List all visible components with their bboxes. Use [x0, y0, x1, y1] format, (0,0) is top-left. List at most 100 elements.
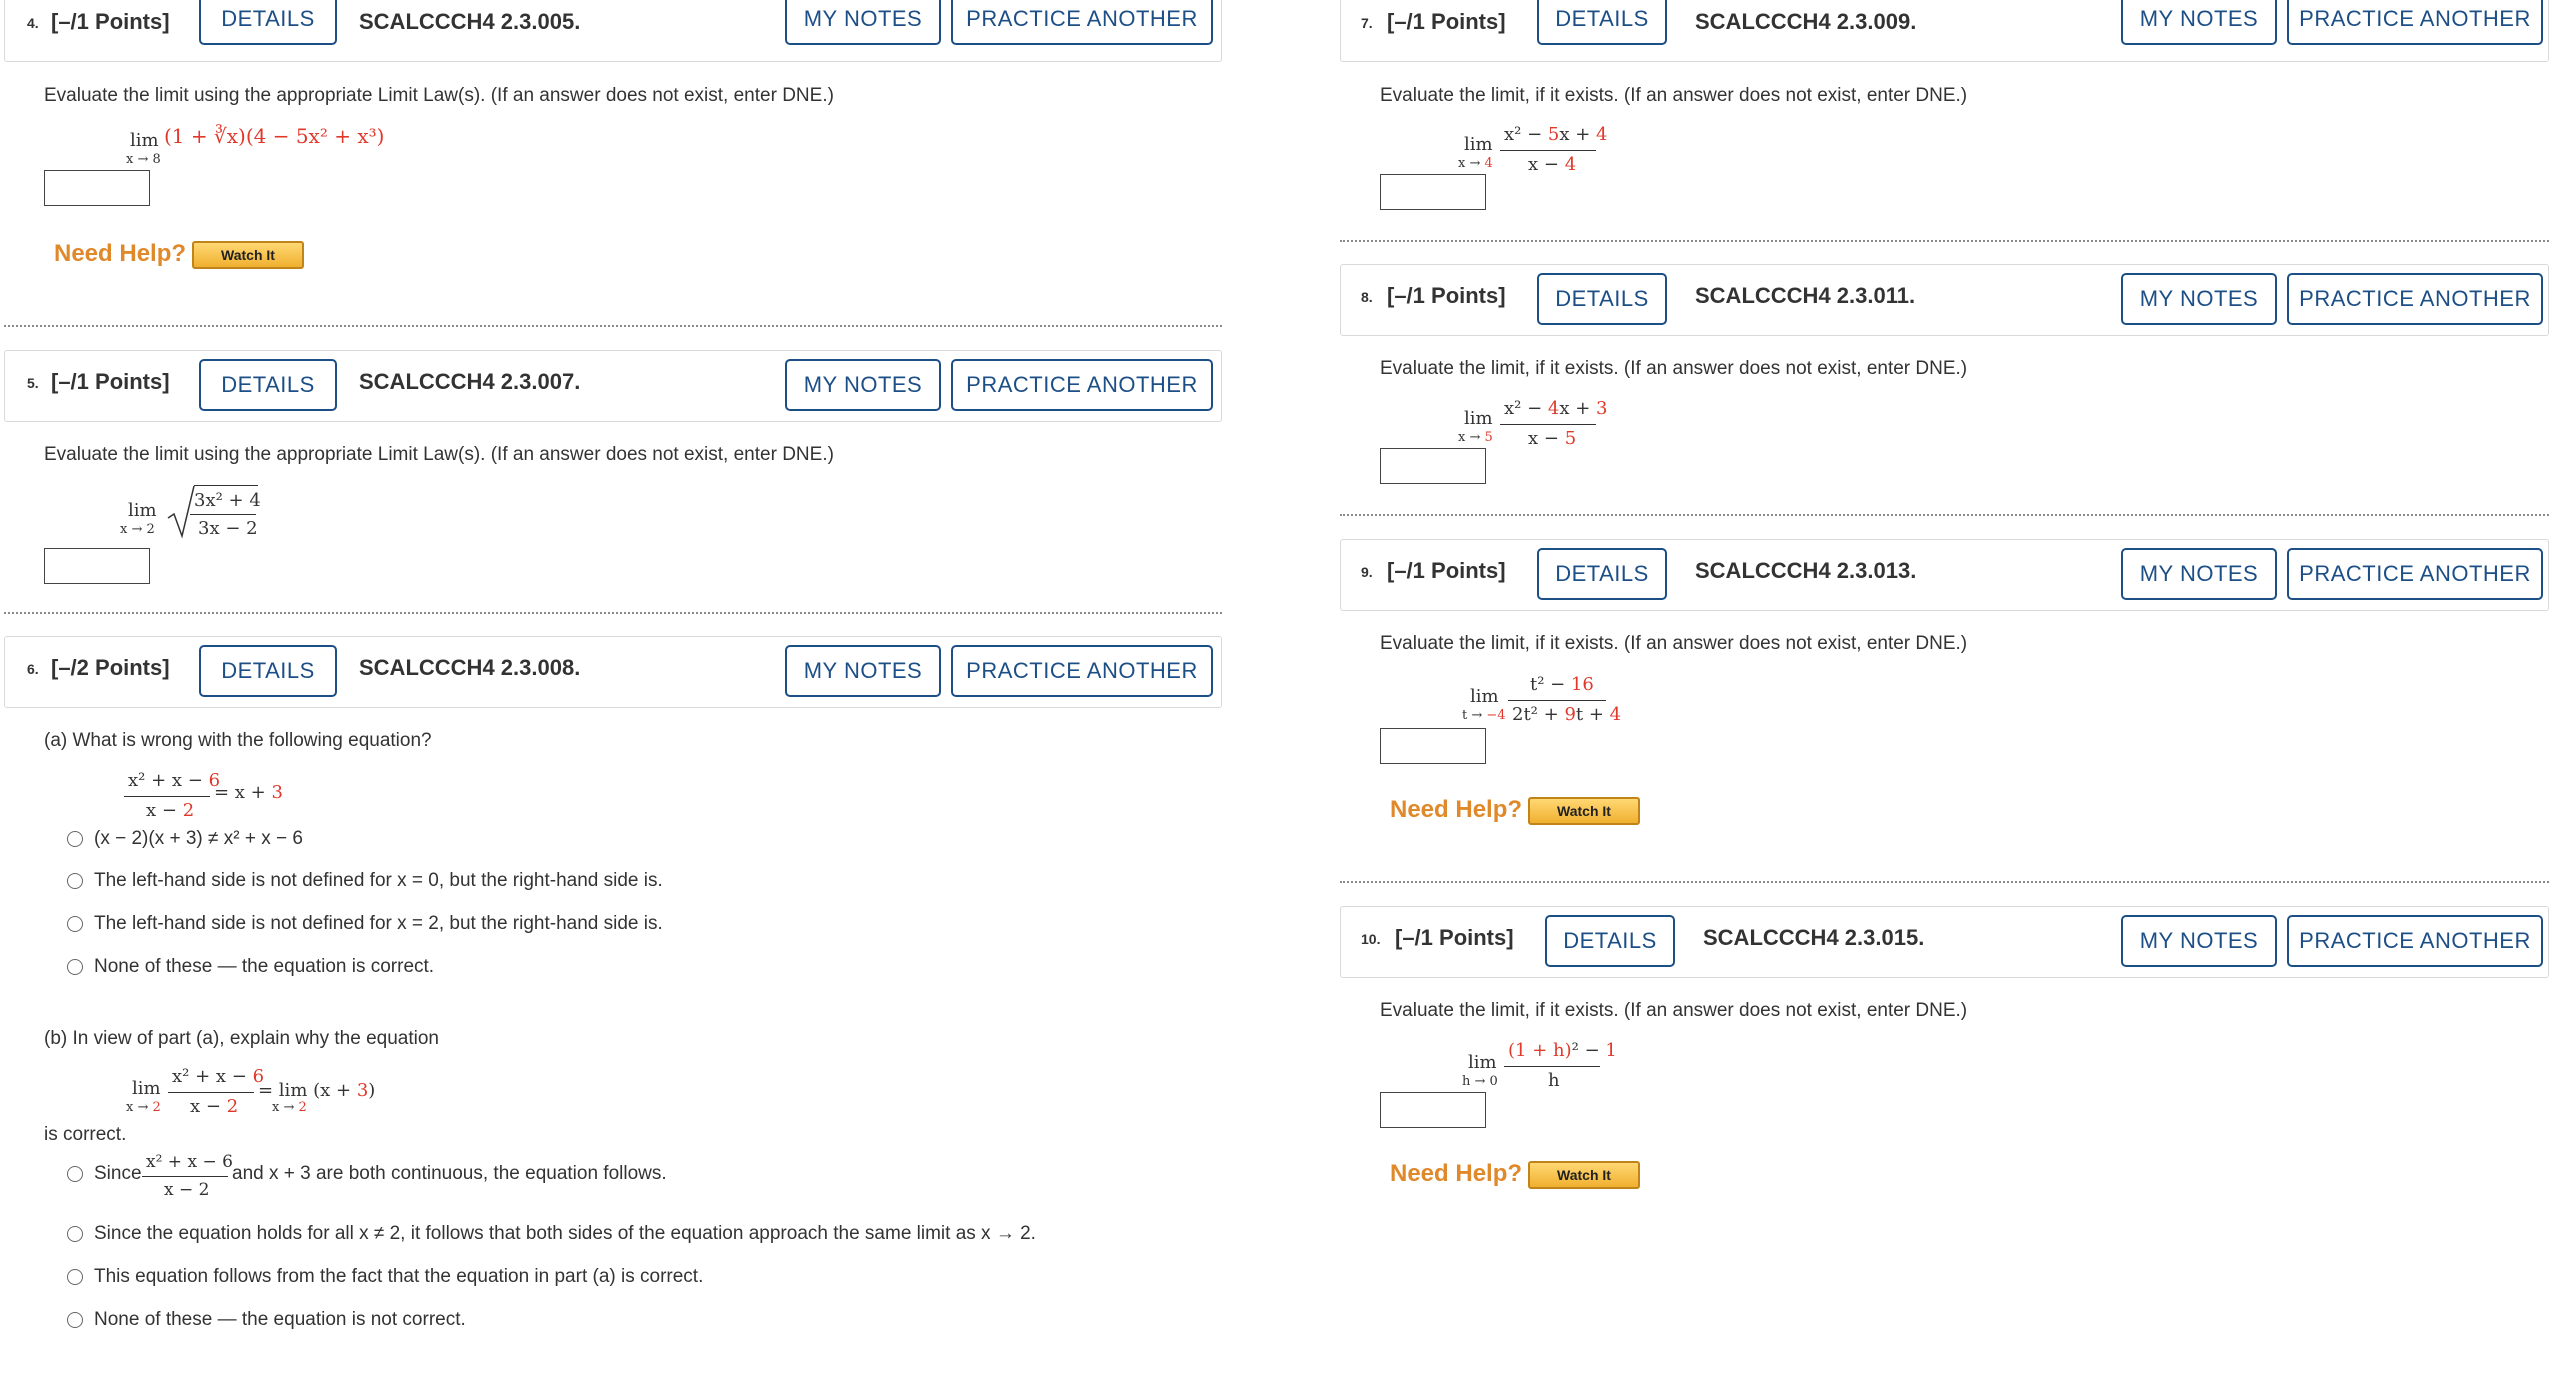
- question-number: 8.: [1361, 289, 1373, 305]
- fraction-bar: [124, 796, 210, 797]
- question-separator: [1340, 514, 2549, 516]
- fraction-bar: [142, 1176, 228, 1177]
- my-notes-button[interactable]: MY NOTES: [2121, 915, 2277, 967]
- question-5-header: 5. [–/1 Points] DETAILS SCALCCCH4 2.3.00…: [4, 350, 1222, 422]
- fraction-numerator: x² − 4x + 3: [1504, 398, 1608, 419]
- need-help-label: Need Help?: [54, 240, 187, 267]
- details-button[interactable]: DETAILS: [199, 645, 337, 697]
- limit-expression: (1 + ∛x)(4 − 5x² + x³): [164, 124, 384, 148]
- details-button[interactable]: DETAILS: [1537, 548, 1667, 600]
- answer-input[interactable]: [44, 170, 150, 206]
- limit-subscript: x → 8: [126, 152, 161, 167]
- option-b4-radio[interactable]: [67, 1312, 83, 1328]
- practice-another-button[interactable]: PRACTICE ANOTHER: [2287, 0, 2543, 45]
- option-b1-radio[interactable]: [67, 1166, 83, 1182]
- my-notes-button[interactable]: MY NOTES: [2121, 0, 2277, 45]
- limit-operator: lim: [128, 500, 157, 521]
- watch-it-button[interactable]: Watch It: [1528, 797, 1640, 825]
- option-b1-numerator: x² + x − 6: [146, 1152, 233, 1172]
- points-label: [–/2 Points]: [51, 655, 170, 680]
- question-code: SCALCCCH4 2.3.013.: [1695, 558, 1917, 583]
- question-4-header: 4. [–/1 Points] DETAILS SCALCCCH4 2.3.00…: [4, 0, 1222, 62]
- limit-subscript: x → 2: [126, 1100, 161, 1115]
- question-separator: [4, 612, 1222, 614]
- my-notes-button[interactable]: MY NOTES: [785, 0, 941, 45]
- option-a3-label: The left-hand side is not defined for x …: [94, 913, 663, 934]
- answer-input[interactable]: [1380, 448, 1486, 484]
- option-a4-radio[interactable]: [67, 959, 83, 975]
- my-notes-button[interactable]: MY NOTES: [785, 645, 941, 697]
- equation-numerator: x² + x − 6: [172, 1066, 265, 1087]
- fraction-numerator: (1 + h)² − 1: [1508, 1040, 1617, 1061]
- limit-operator: lim: [1464, 134, 1493, 155]
- fraction-bar: [190, 514, 256, 515]
- answer-input[interactable]: [1380, 174, 1486, 210]
- my-notes-button[interactable]: MY NOTES: [2121, 273, 2277, 325]
- question-9-header: 9. [–/1 Points] DETAILS SCALCCCH4 2.3.01…: [1340, 539, 2549, 611]
- option-b3-radio[interactable]: [67, 1269, 83, 1285]
- limit-subscript: t → −4: [1462, 708, 1506, 723]
- points-label: [–/1 Points]: [51, 9, 170, 34]
- question-7-header: 7. [–/1 Points] DETAILS SCALCCCH4 2.3.00…: [1340, 0, 2549, 62]
- fraction-bar: [1500, 424, 1596, 425]
- equation-denominator: x − 2: [190, 1096, 239, 1117]
- question-prompt: Evaluate the limit, if it exists. (If an…: [1380, 633, 1968, 654]
- limit-operator: lim: [1468, 1052, 1497, 1073]
- practice-another-button[interactable]: PRACTICE ANOTHER: [951, 645, 1213, 697]
- limit-subscript: x → 4: [1458, 156, 1493, 171]
- limit-subscript: x → 2: [272, 1100, 307, 1115]
- option-b2-radio[interactable]: [67, 1226, 83, 1242]
- limit-operator: lim: [1464, 408, 1493, 429]
- practice-another-button[interactable]: PRACTICE ANOTHER: [951, 0, 1213, 45]
- my-notes-button[interactable]: MY NOTES: [2121, 548, 2277, 600]
- question-code: SCALCCCH4 2.3.005.: [359, 9, 581, 34]
- question-code: SCALCCCH4 2.3.009.: [1695, 9, 1917, 34]
- points-label: [–/1 Points]: [1387, 9, 1506, 34]
- points-label: [–/1 Points]: [1395, 925, 1514, 950]
- equation-rhs: = lim (x + 3): [258, 1080, 376, 1101]
- practice-another-button[interactable]: PRACTICE ANOTHER: [951, 359, 1213, 411]
- question-prompt: Evaluate the limit, if it exists. (If an…: [1380, 85, 1968, 106]
- option-b2-label: Since the equation holds for all x ≠ 2, …: [94, 1223, 1036, 1244]
- question-code: SCALCCCH4 2.3.015.: [1703, 925, 1925, 950]
- details-button[interactable]: DETAILS: [199, 0, 337, 45]
- question-number: 6.: [27, 661, 39, 677]
- option-a2-label: The left-hand side is not defined for x …: [94, 870, 663, 891]
- limit-operator: lim: [1470, 686, 1499, 707]
- fraction-denominator: 2t² + 9t + 4: [1512, 704, 1622, 725]
- fraction-numerator: x² − 5x + 4: [1504, 124, 1608, 145]
- limit-subscript: h → 0: [1462, 1074, 1498, 1089]
- equation-rhs: = x + 3: [214, 782, 283, 803]
- answer-input[interactable]: [44, 548, 150, 584]
- question-number: 7.: [1361, 15, 1373, 31]
- question-number: 9.: [1361, 564, 1373, 580]
- option-b4-label: None of these — the equation is not corr…: [94, 1309, 466, 1330]
- details-button[interactable]: DETAILS: [1545, 915, 1675, 967]
- need-help-label: Need Help?: [1390, 1160, 1523, 1187]
- fraction-denominator: 3x − 2: [198, 518, 258, 539]
- need-help-label: Need Help?: [1390, 796, 1523, 823]
- fraction-denominator: h: [1548, 1070, 1560, 1091]
- option-a1-radio[interactable]: [67, 831, 83, 847]
- fraction-denominator: x − 4: [1528, 154, 1577, 175]
- points-label: [–/1 Points]: [1387, 283, 1506, 308]
- watch-it-button[interactable]: Watch It: [192, 241, 304, 269]
- option-a3-radio[interactable]: [67, 916, 83, 932]
- my-notes-button[interactable]: MY NOTES: [785, 359, 941, 411]
- answer-input[interactable]: [1380, 728, 1486, 764]
- practice-another-button[interactable]: PRACTICE ANOTHER: [2287, 273, 2543, 325]
- practice-another-button[interactable]: PRACTICE ANOTHER: [2287, 548, 2543, 600]
- question-number: 5.: [27, 375, 39, 391]
- details-button[interactable]: DETAILS: [199, 359, 337, 411]
- option-b1-denominator: x − 2: [164, 1180, 210, 1200]
- answer-input[interactable]: [1380, 1092, 1486, 1128]
- practice-another-button[interactable]: PRACTICE ANOTHER: [2287, 915, 2543, 967]
- sqrt-vinculum: [194, 485, 258, 486]
- option-a2-radio[interactable]: [67, 873, 83, 889]
- watch-it-button[interactable]: Watch It: [1528, 1161, 1640, 1189]
- option-b3-label: This equation follows from the fact that…: [94, 1266, 704, 1287]
- details-button[interactable]: DETAILS: [1537, 0, 1667, 45]
- option-a1-label: (x − 2)(x + 3) ≠ x² + x − 6: [94, 828, 303, 849]
- question-prompt: Evaluate the limit using the appropriate…: [44, 444, 834, 465]
- details-button[interactable]: DETAILS: [1537, 273, 1667, 325]
